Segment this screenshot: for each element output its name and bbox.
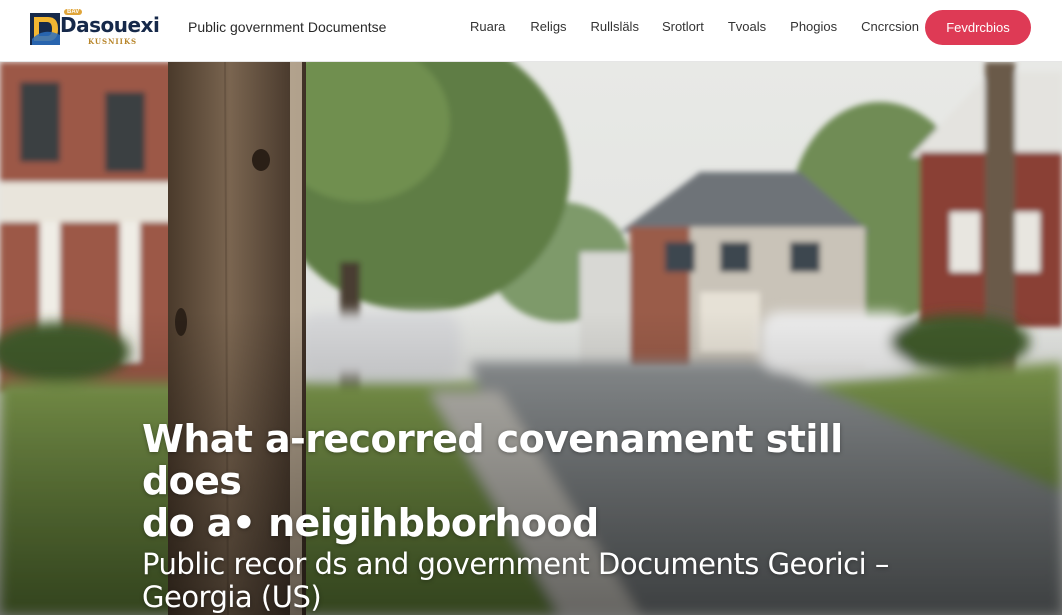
cta-button[interactable]: Fevdrcbios (925, 10, 1031, 45)
site-tagline: Public government Documentse (188, 19, 387, 35)
nav-item-4[interactable]: Srotlort (662, 19, 704, 34)
site-logo[interactable]: BAV Dasouexi KUSNIIKS (30, 9, 160, 47)
hero-subheading: Public recor ds and government Documents… (142, 547, 889, 614)
logo-wordmark: Dasouexi (60, 13, 160, 37)
logo-subtitle: KUSNIIKS (88, 37, 138, 46)
nav-item-3[interactable]: Rullsläls (591, 19, 639, 34)
nav-item-1[interactable]: Ruara (470, 19, 505, 34)
main-nav: Ruara Religs Rullsläls Srotlort Tvoals P… (470, 19, 919, 34)
nav-item-7[interactable]: Cncrcsion (861, 19, 919, 34)
headline-line-2: do a• neigihbborhood (142, 501, 599, 545)
nav-item-6[interactable]: Phogios (790, 19, 837, 34)
hero-banner: What a-recorred covenament still does do… (0, 62, 1062, 615)
hero-headline: What a-recorred covenament still does do… (142, 418, 942, 544)
headline-line-1: What a-recorred covenament still does (142, 417, 843, 503)
hero-text-block: What a-recorred covenament still does do… (142, 418, 942, 614)
top-navigation-bar: BAV Dasouexi KUSNIIKS Public government … (0, 0, 1062, 62)
nav-item-5[interactable]: Tvoals (728, 19, 766, 34)
logo-emblem-icon (30, 13, 60, 45)
nav-item-2[interactable]: Religs (530, 19, 566, 34)
